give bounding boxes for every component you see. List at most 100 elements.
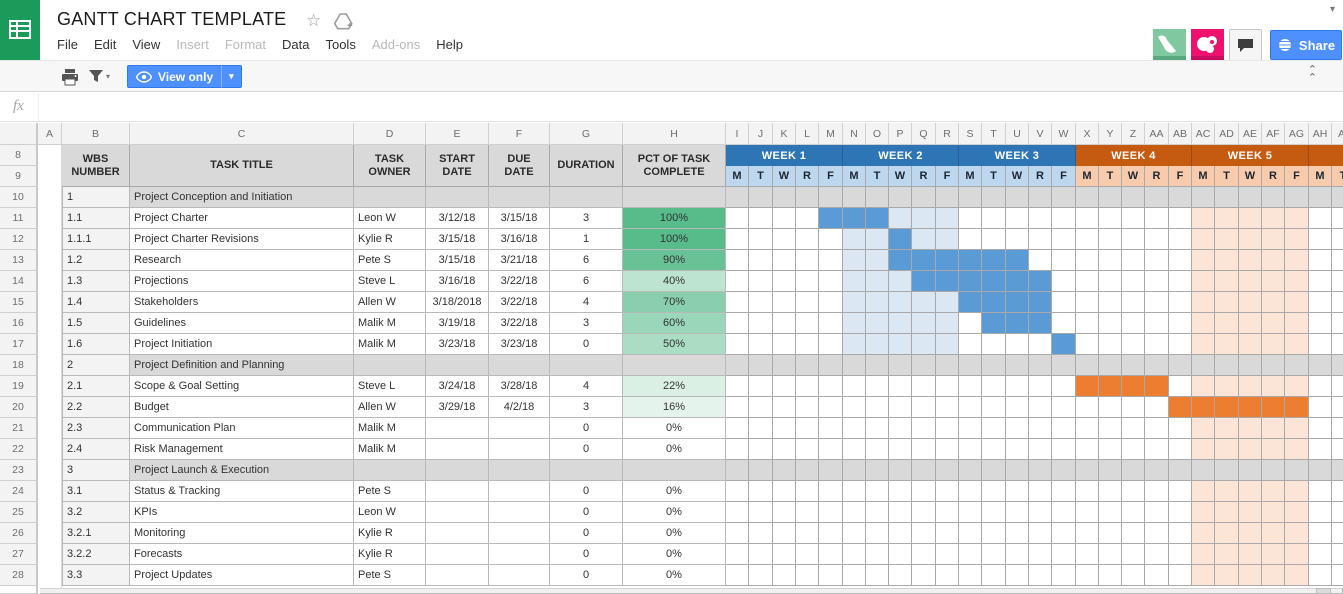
cell-F10[interactable] [489, 187, 550, 208]
gantt-cell-I23[interactable] [726, 460, 749, 481]
gantt-cell-AD21[interactable] [1215, 418, 1239, 439]
gantt-cell-AA23[interactable] [1145, 460, 1169, 481]
gantt-cell-K24[interactable] [773, 481, 796, 502]
cell-C21[interactable]: Communication Plan [130, 418, 354, 439]
gantt-cell-N15[interactable] [843, 292, 866, 313]
day-header-O[interactable]: T [866, 166, 889, 187]
gantt-cell-X19[interactable] [1076, 376, 1099, 397]
gantt-cell-S13[interactable] [959, 250, 982, 271]
gantt-cell-X17[interactable] [1076, 334, 1099, 355]
gantt-cell-U11[interactable] [1006, 208, 1029, 229]
gantt-cell-U25[interactable] [1006, 502, 1029, 523]
gantt-cell-AE20[interactable] [1239, 397, 1262, 418]
gantt-cell-AG19[interactable] [1285, 376, 1309, 397]
gantt-cell-U12[interactable] [1006, 229, 1029, 250]
gantt-cell-U28[interactable] [1006, 565, 1029, 586]
gantt-cell-P21[interactable] [889, 418, 912, 439]
cell-G10[interactable] [550, 187, 623, 208]
gantt-cell-J13[interactable] [749, 250, 773, 271]
cell-B20[interactable]: 2.2 [62, 397, 130, 418]
gantt-cell-R28[interactable] [936, 565, 959, 586]
gantt-cell-T17[interactable] [982, 334, 1006, 355]
gantt-cell-U21[interactable] [1006, 418, 1029, 439]
gantt-cell-W10[interactable] [1052, 187, 1076, 208]
gantt-cell-J23[interactable] [749, 460, 773, 481]
gantt-cell-AD11[interactable] [1215, 208, 1239, 229]
gantt-cell-AD22[interactable] [1215, 439, 1239, 460]
gantt-cell-AG26[interactable] [1285, 523, 1309, 544]
gantt-cell-AH22[interactable] [1309, 439, 1332, 460]
cell-G17[interactable]: 0 [550, 334, 623, 355]
gantt-cell-AB11[interactable] [1169, 208, 1192, 229]
gantt-cell-O15[interactable] [866, 292, 889, 313]
gantt-cell-AB16[interactable] [1169, 313, 1192, 334]
cell-F27[interactable] [489, 544, 550, 565]
gantt-cell-Y27[interactable] [1099, 544, 1122, 565]
menu-view[interactable]: View [124, 35, 168, 55]
gantt-cell-L11[interactable] [796, 208, 819, 229]
gantt-cell-K18[interactable] [773, 355, 796, 376]
gantt-cell-AI11[interactable] [1332, 208, 1343, 229]
gantt-cell-X24[interactable] [1076, 481, 1099, 502]
row-header-27[interactable]: 27 [0, 544, 38, 565]
gantt-cell-P23[interactable] [889, 460, 912, 481]
gantt-cell-J10[interactable] [749, 187, 773, 208]
cell-D23[interactable] [354, 460, 426, 481]
gantt-cell-AI25[interactable] [1332, 502, 1343, 523]
gantt-cell-I14[interactable] [726, 271, 749, 292]
gantt-cell-M12[interactable] [819, 229, 843, 250]
gantt-cell-X23[interactable] [1076, 460, 1099, 481]
col-header-U[interactable]: U [1006, 123, 1029, 145]
gantt-cell-V28[interactable] [1029, 565, 1052, 586]
col-header-F[interactable]: F [489, 123, 550, 145]
gantt-cell-T28[interactable] [982, 565, 1006, 586]
gantt-cell-W28[interactable] [1052, 565, 1076, 586]
h-scrollbar-track[interactable] [40, 588, 1343, 594]
gantt-cell-M21[interactable] [819, 418, 843, 439]
gantt-cell-AC10[interactable] [1192, 187, 1215, 208]
gantt-cell-P18[interactable] [889, 355, 912, 376]
gantt-cell-P16[interactable] [889, 313, 912, 334]
gantt-cell-AE21[interactable] [1239, 418, 1262, 439]
cell-B10[interactable]: 1 [62, 187, 130, 208]
cell-H10[interactable] [623, 187, 726, 208]
row-header-16[interactable]: 16 [0, 313, 38, 334]
gantt-cell-Q18[interactable] [912, 355, 936, 376]
gantt-cell-T13[interactable] [982, 250, 1006, 271]
cell-D20[interactable]: Allen W [354, 397, 426, 418]
gantt-cell-T27[interactable] [982, 544, 1006, 565]
col-header-M[interactable]: M [819, 123, 843, 145]
gantt-cell-I11[interactable] [726, 208, 749, 229]
gantt-cell-AB14[interactable] [1169, 271, 1192, 292]
cell-E22[interactable] [426, 439, 489, 460]
gantt-cell-X16[interactable] [1076, 313, 1099, 334]
gantt-cell-S12[interactable] [959, 229, 982, 250]
gantt-cell-L23[interactable] [796, 460, 819, 481]
gantt-cell-AB15[interactable] [1169, 292, 1192, 313]
row-header-26[interactable]: 26 [0, 523, 38, 544]
day-header-T[interactable]: T [982, 166, 1006, 187]
gantt-cell-O22[interactable] [866, 439, 889, 460]
gantt-cell-Y12[interactable] [1099, 229, 1122, 250]
day-header-R[interactable]: F [936, 166, 959, 187]
col-header-AE[interactable]: AE [1239, 123, 1262, 145]
row-header-20[interactable]: 20 [0, 397, 38, 418]
row-header-11[interactable]: 11 [0, 208, 38, 229]
gantt-cell-W25[interactable] [1052, 502, 1076, 523]
col-header-P[interactable]: P [889, 123, 912, 145]
gantt-cell-AH16[interactable] [1309, 313, 1332, 334]
gantt-cell-J19[interactable] [749, 376, 773, 397]
gantt-cell-Q17[interactable] [912, 334, 936, 355]
print-icon[interactable] [61, 68, 79, 86]
gantt-cell-L12[interactable] [796, 229, 819, 250]
gantt-cell-AI19[interactable] [1332, 376, 1343, 397]
gantt-cell-R25[interactable] [936, 502, 959, 523]
gantt-cell-Z19[interactable] [1122, 376, 1145, 397]
gantt-cell-R16[interactable] [936, 313, 959, 334]
col-header-Y[interactable]: Y [1099, 123, 1122, 145]
gantt-cell-M26[interactable] [819, 523, 843, 544]
gantt-cell-O16[interactable] [866, 313, 889, 334]
cell-B26[interactable]: 3.2.1 [62, 523, 130, 544]
cell-D13[interactable]: Pete S [354, 250, 426, 271]
gantt-cell-N14[interactable] [843, 271, 866, 292]
